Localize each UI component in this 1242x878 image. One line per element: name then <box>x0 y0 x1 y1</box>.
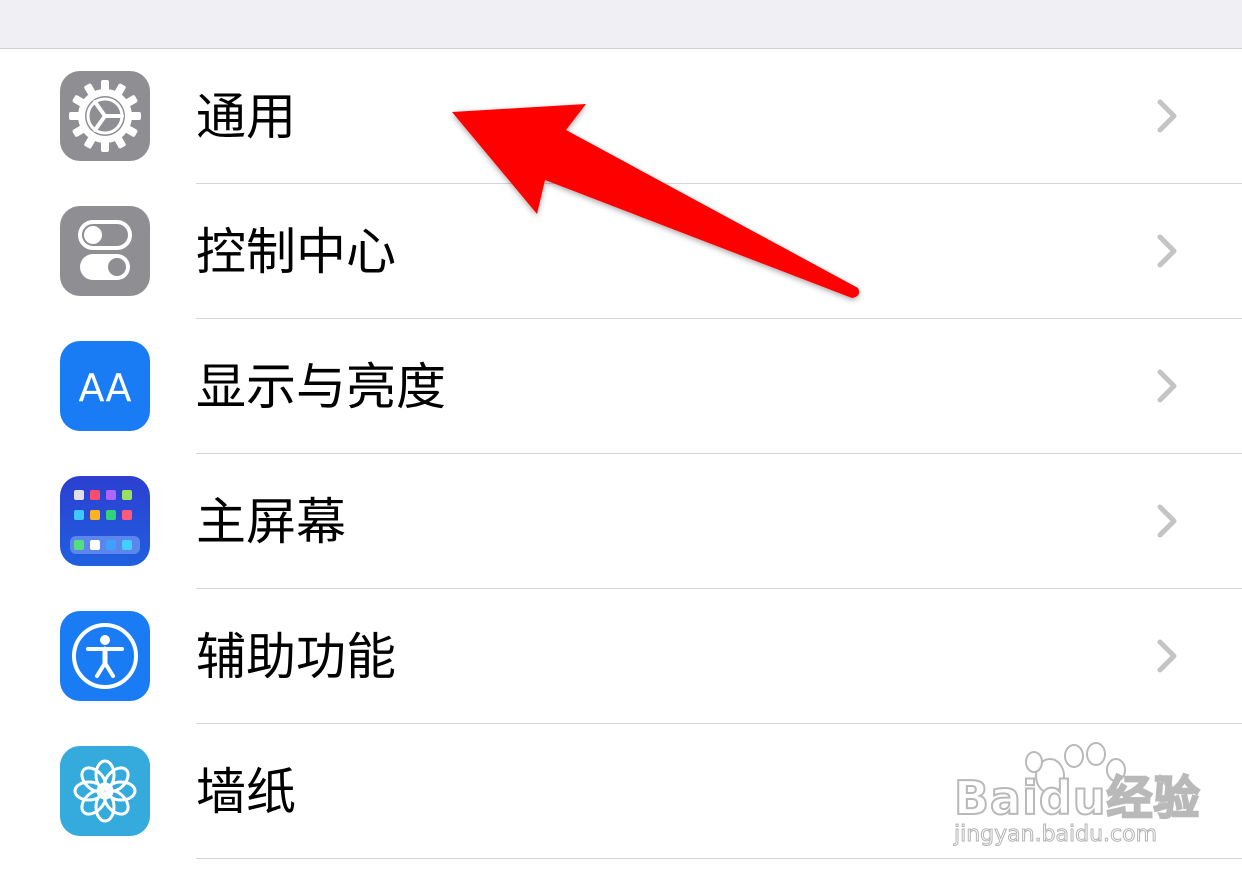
chevron-right-icon <box>1152 231 1182 271</box>
row-divider <box>196 858 1242 859</box>
accessibility-icon <box>60 611 150 701</box>
chevron-right-icon <box>1152 96 1182 136</box>
settings-row-label: 控制中心 <box>196 223 396 281</box>
settings-row-label: 显示与亮度 <box>196 358 446 416</box>
icon-text: AA <box>78 366 131 410</box>
settings-row-display-brightness[interactable]: AA 显示与亮度 <box>0 319 1242 454</box>
settings-row-wallpaper[interactable]: 墙纸 <box>0 724 1242 859</box>
flower-icon <box>60 746 150 836</box>
settings-row-home-screen[interactable]: 主屏幕 <box>0 454 1242 589</box>
settings-row-general[interactable]: 通用 <box>0 49 1242 184</box>
settings-row-label: 墙纸 <box>196 763 296 821</box>
text-size-icon: AA <box>60 341 150 431</box>
chevron-right-icon <box>1152 366 1182 406</box>
section-header-band <box>0 0 1242 49</box>
settings-row-label: 辅助功能 <box>196 628 396 686</box>
home-screen-grid-icon <box>60 476 150 566</box>
toggles-icon <box>60 206 150 296</box>
chevron-right-icon <box>1152 636 1182 676</box>
settings-row-accessibility[interactable]: 辅助功能 <box>0 589 1242 724</box>
settings-row-label: 主屏幕 <box>196 493 346 551</box>
settings-list: 通用 控制中心 AA 显示与亮度 主屏幕 辅助功能 墙纸 <box>0 49 1242 859</box>
settings-row-control-center[interactable]: 控制中心 <box>0 184 1242 319</box>
gear-icon <box>60 71 150 161</box>
chevron-right-icon <box>1152 501 1182 541</box>
chevron-right-icon <box>1152 771 1182 811</box>
settings-screen: 通用 控制中心 AA 显示与亮度 主屏幕 辅助功能 墙纸 Baidu经验 jin… <box>0 0 1242 878</box>
settings-row-label: 通用 <box>196 88 296 146</box>
